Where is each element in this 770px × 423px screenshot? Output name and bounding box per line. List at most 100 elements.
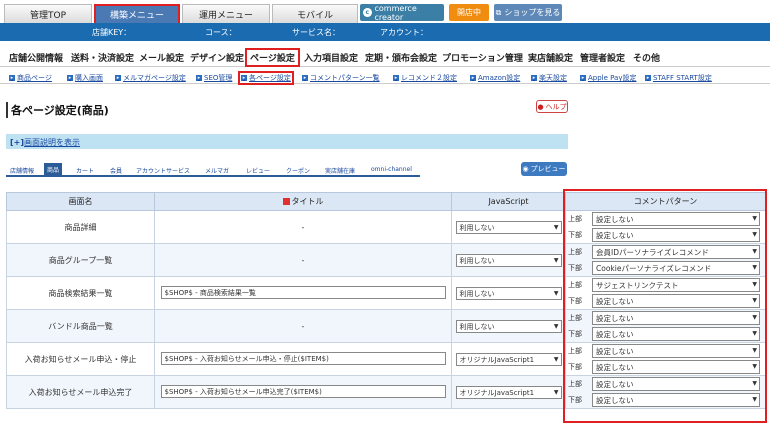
submenu-applepay[interactable]: ▸ Apple Pay設定 bbox=[580, 73, 637, 83]
arrow-icon: ▸ bbox=[196, 75, 202, 81]
subtab-member[interactable]: 会員 bbox=[110, 166, 122, 175]
table-row: 商品検索結果一覧 $SHOP$ - 商品検索結果一覧 利用しない 上部サジェスト… bbox=[6, 276, 766, 310]
menu-shipping[interactable]: 送料・決済設定 bbox=[71, 51, 134, 64]
subtab-cart[interactable]: カート bbox=[76, 166, 94, 175]
page-title: 各ページ設定(商品) bbox=[6, 102, 109, 118]
arrow-icon: ▸ bbox=[67, 75, 73, 81]
comment-upper-select[interactable]: 設定しない bbox=[592, 212, 760, 226]
tab-operation-menu[interactable]: 運用メニュー bbox=[182, 4, 270, 23]
screen-name: 入荷お知らせメール申込完了 bbox=[6, 375, 155, 409]
submenu-purchase[interactable]: ▸ 購入画面 bbox=[67, 73, 103, 83]
comment-upper-select[interactable]: 設定しない bbox=[592, 311, 760, 325]
submenu-item-page[interactable]: ▸ 商品ページ bbox=[9, 73, 52, 83]
top-tabs: 管理TOP 構築メニュー 運用メニュー モバイル c commerce creat… bbox=[0, 0, 770, 23]
required-icon bbox=[282, 198, 290, 205]
subtab-account-service[interactable]: アカウントサービス bbox=[136, 166, 190, 175]
menu-input-items[interactable]: 入力項目設定 bbox=[304, 51, 358, 64]
main-menu: 店舗公開情報 送料・決済設定 メール設定 デザイン設定 ページ設定 入力項目設定… bbox=[0, 48, 770, 67]
preview-icon: ◉ bbox=[522, 165, 529, 173]
javascript-select[interactable]: オリジナルJavaScript1 bbox=[455, 385, 562, 399]
comment-upper-select[interactable]: 設定しない bbox=[592, 344, 760, 358]
header-comment-pattern: コメントパターン bbox=[565, 192, 766, 211]
service-label: サービス名： bbox=[292, 28, 340, 37]
subtab-review[interactable]: レビュー bbox=[246, 166, 270, 175]
commerce-creator-button[interactable]: c commerce creator bbox=[360, 4, 444, 22]
comment-lower-select[interactable]: 設定しない bbox=[592, 294, 760, 308]
screen-name: 商品グループ一覧 bbox=[6, 243, 155, 277]
menu-other[interactable]: その他 bbox=[633, 51, 660, 64]
table-row: 商品グループ一覧 - 利用しない 上部会員IDパーソナライズレコメンド 下部Co… bbox=[6, 243, 766, 277]
comment-lower-select[interactable]: 設定しない bbox=[592, 228, 760, 242]
submenu-amazon[interactable]: ▸ Amazon設定 bbox=[470, 73, 520, 83]
arrow-icon: ▸ bbox=[580, 75, 586, 81]
sub-menu: ▸ 商品ページ ▸ 購入画面 ▸ メルマガページ設定 ▸ SEO管理 ▸ 各ページ設定 ▸… bbox=[0, 70, 770, 85]
table-header: 画面名 タイトル JavaScript コメントパターン bbox=[6, 192, 766, 211]
submenu-rakuten[interactable]: ▸ 楽天設定 bbox=[531, 73, 567, 83]
header-javascript: JavaScript bbox=[451, 192, 566, 211]
menu-real-store[interactable]: 実店舗設定 bbox=[528, 51, 573, 64]
comment-upper-select[interactable]: サジェストリンクテスト bbox=[592, 278, 760, 292]
submenu-each-page[interactable]: ▸ 各ページ設定 bbox=[238, 71, 294, 85]
subtab-product[interactable]: 商品 bbox=[44, 163, 63, 177]
screen-name: 商品詳細 bbox=[6, 210, 155, 244]
subtab-mailmag[interactable]: メルマガ bbox=[205, 166, 229, 175]
help-button[interactable]: ● ヘルプ bbox=[536, 100, 568, 113]
title-input[interactable]: $SHOP$ - 入荷お知らせメール申込完了($ITEM$) bbox=[160, 384, 446, 398]
account-info-bar: 店舗KEY： コース： サービス名： アカウント： bbox=[0, 23, 770, 41]
page-subtabs: 店舗情報 商品 カート 会員 アカウントサービス メルマガ レビュー クーポン … bbox=[6, 163, 420, 177]
tab-build-menu[interactable]: 構築メニュー bbox=[94, 4, 180, 23]
view-shop-button[interactable]: ⧉ ショップを見る bbox=[494, 4, 562, 21]
title-input[interactable]: $SHOP$ - 入荷お知らせメール申込・停止($ITEM$) bbox=[160, 351, 446, 365]
preview-button[interactable]: ◉ プレビュー bbox=[521, 162, 567, 176]
menu-store-info[interactable]: 店舗公開情報 bbox=[9, 51, 63, 64]
comment-upper-select[interactable]: 会員IDパーソナライズレコメンド bbox=[592, 245, 760, 259]
comment-lower-select[interactable]: 設定しない bbox=[592, 393, 760, 407]
javascript-select[interactable]: 利用しない bbox=[455, 286, 562, 300]
subtab-coupon[interactable]: クーポン bbox=[286, 166, 310, 175]
arrow-icon: ▸ bbox=[470, 75, 476, 81]
javascript-select[interactable]: オリジナルJavaScript1 bbox=[455, 352, 562, 366]
javascript-select[interactable]: 利用しない bbox=[455, 319, 562, 333]
submenu-comment-pattern[interactable]: ▸ コメントパターン一覧 bbox=[302, 73, 380, 83]
arrow-icon: ▸ bbox=[531, 75, 537, 81]
screen-name: 入荷お知らせメール申込・停止 bbox=[6, 342, 155, 376]
menu-subscription[interactable]: 定期・頒布会設定 bbox=[365, 51, 437, 64]
arrow-icon: ▸ bbox=[393, 75, 399, 81]
menu-design[interactable]: デザイン設定 bbox=[190, 51, 244, 64]
explanation-toggle[interactable]: [+]画面説明を表示 bbox=[6, 134, 568, 149]
header-screen-name: 画面名 bbox=[6, 192, 155, 211]
cc-logo-icon: c bbox=[363, 8, 372, 17]
help-icon: ● bbox=[537, 102, 544, 111]
page-settings-table: 画面名 タイトル JavaScript コメントパターン 商品詳細 - 利用しな… bbox=[6, 192, 766, 409]
subtab-real-store-stock[interactable]: 実店舗在庫 bbox=[325, 166, 355, 175]
tab-admin-top[interactable]: 管理TOP bbox=[4, 4, 92, 23]
screen-name: 商品検索結果一覧 bbox=[6, 276, 155, 310]
menu-mail[interactable]: メール設定 bbox=[139, 51, 184, 64]
table-row: 入荷お知らせメール申込・停止 $SHOP$ - 入荷お知らせメール申込・停止($… bbox=[6, 342, 766, 376]
title-value: - bbox=[154, 243, 452, 277]
submenu-mailmag[interactable]: ▸ メルマガページ設定 bbox=[115, 73, 186, 83]
submenu-recommend2[interactable]: ▸ レコメンド２設定 bbox=[393, 73, 457, 83]
table-row: バンドル商品一覧 - 利用しない 上部設定しない 下部設定しない bbox=[6, 309, 766, 343]
header-title: タイトル bbox=[154, 192, 452, 211]
subtab-omni-channel[interactable]: omni-channel bbox=[371, 166, 412, 173]
comment-lower-select[interactable]: 設定しない bbox=[592, 327, 760, 341]
javascript-select[interactable]: 利用しない bbox=[455, 253, 562, 267]
tab-mobile[interactable]: モバイル bbox=[272, 4, 358, 23]
open-status-badge[interactable]: 開店中 bbox=[449, 4, 489, 21]
menu-promotion[interactable]: プロモーション管理 bbox=[442, 51, 523, 64]
arrow-icon: ▸ bbox=[241, 75, 247, 81]
menu-page-settings[interactable]: ページ設定 bbox=[245, 48, 300, 67]
shop-icon: ⧉ bbox=[495, 7, 502, 17]
menu-admin[interactable]: 管理者設定 bbox=[580, 51, 625, 64]
submenu-staffstart[interactable]: ▸ STAFF START設定 bbox=[645, 73, 712, 83]
javascript-select[interactable]: 利用しない bbox=[455, 220, 562, 234]
comment-lower-select[interactable]: Cookieパーソナライズレコメンド bbox=[592, 261, 760, 275]
course-label: コース： bbox=[205, 28, 237, 37]
subtab-store[interactable]: 店舗情報 bbox=[10, 166, 34, 175]
comment-upper-select[interactable]: 設定しない bbox=[592, 377, 760, 391]
table-row: 商品詳細 - 利用しない 上部設定しない 下部設定しない bbox=[6, 210, 766, 244]
title-input[interactable]: $SHOP$ - 商品検索結果一覧 bbox=[160, 285, 446, 299]
comment-lower-select[interactable]: 設定しない bbox=[592, 360, 760, 374]
submenu-seo[interactable]: ▸ SEO管理 bbox=[196, 73, 232, 83]
